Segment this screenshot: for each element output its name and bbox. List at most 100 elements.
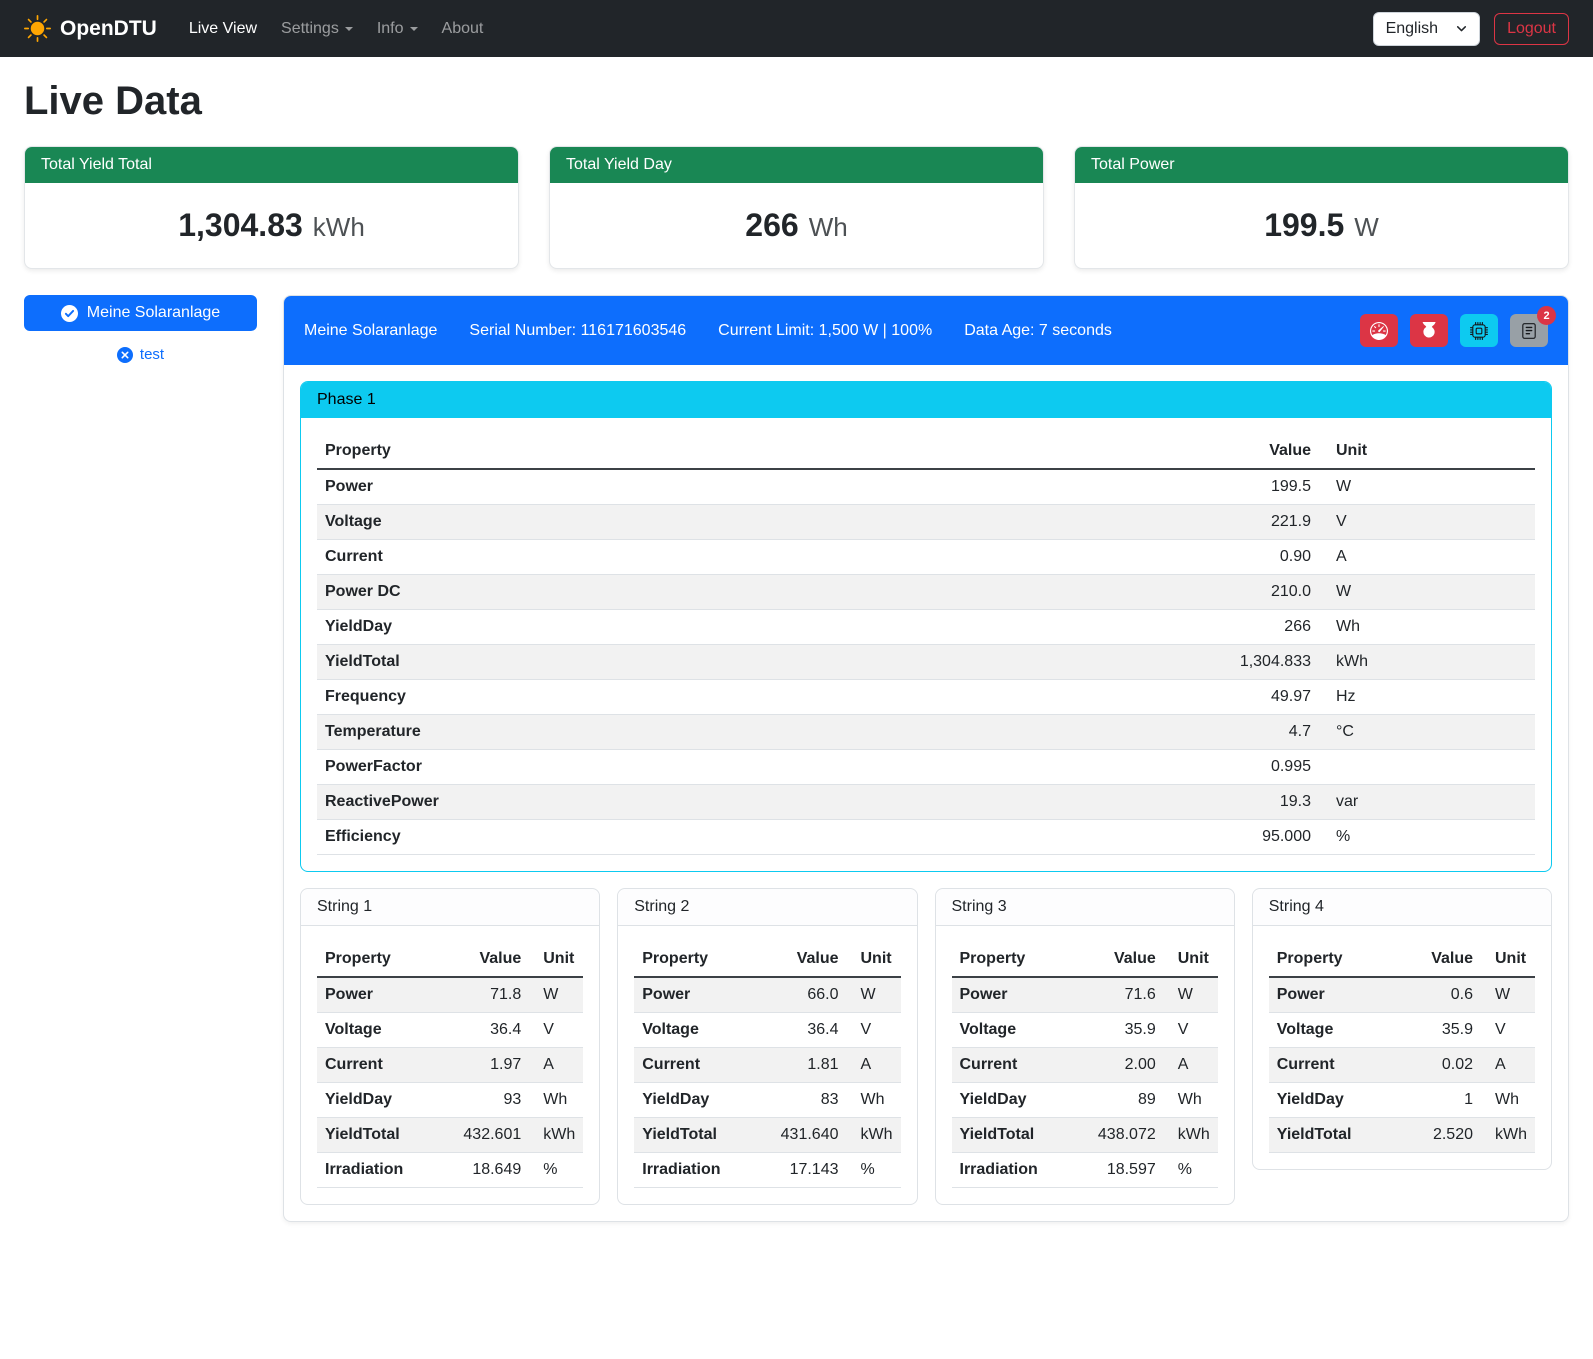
- phase-1-body: Property Value Unit Power: [301, 418, 1551, 855]
- gauge-icon: [1370, 322, 1388, 340]
- table-row: Power 71.8 W: [317, 977, 583, 1013]
- property-cell: Voltage: [317, 1013, 455, 1048]
- device-info-button[interactable]: [1460, 314, 1498, 347]
- language-selected-value: English: [1386, 20, 1438, 38]
- col-unit: Unit: [1481, 942, 1535, 977]
- table-row: YieldTotal 432.601 kWh: [317, 1118, 583, 1153]
- table-row: Power 66.0 W: [634, 977, 900, 1013]
- unit-cell: W: [1481, 977, 1535, 1013]
- language-select[interactable]: English: [1373, 12, 1480, 46]
- strings-row: String 1 Property Value Unit: [300, 888, 1552, 1205]
- unit-cell: kWh: [1164, 1118, 1218, 1153]
- nav-about[interactable]: About: [432, 12, 494, 46]
- summary-card-body: 266 Wh: [550, 183, 1043, 268]
- main-row: Meine Solaranlage test Meine Solaranlage…: [24, 295, 1569, 1222]
- property-cell: Voltage: [317, 505, 1189, 540]
- value-cell: 71.6: [1090, 977, 1164, 1013]
- table-row: Temperature 4.7 °C: [317, 715, 1535, 750]
- table-row: YieldDay 266 Wh: [317, 610, 1535, 645]
- col-property: Property: [317, 434, 1189, 469]
- unit-cell: A: [1164, 1048, 1218, 1083]
- property-cell: Voltage: [634, 1013, 772, 1048]
- table-row: Voltage 35.9 V: [952, 1013, 1218, 1048]
- string-1-card: String 1 Property Value Unit: [300, 888, 600, 1205]
- brand-label: OpenDTU: [60, 17, 157, 41]
- value-cell: 1.81: [773, 1048, 847, 1083]
- summary-unit: Wh: [809, 212, 848, 243]
- unit-cell: %: [1319, 820, 1535, 855]
- inverter-item-test[interactable]: test: [24, 346, 257, 363]
- unit-cell: W: [1319, 575, 1535, 610]
- value-cell: 36.4: [455, 1013, 529, 1048]
- phase-table: Property Value Unit Power: [317, 434, 1535, 855]
- table-row: Voltage 35.9 V: [1269, 1013, 1535, 1048]
- unit-cell: A: [1481, 1048, 1535, 1083]
- power-icon: [1420, 322, 1438, 340]
- table-row: Current 2.00 A: [952, 1048, 1218, 1083]
- value-cell: 71.8: [455, 977, 529, 1013]
- event-count-badge: 2: [1537, 306, 1556, 325]
- property-cell: ReactivePower: [317, 785, 1189, 820]
- value-cell: 221.9: [1189, 505, 1319, 540]
- property-cell: Frequency: [317, 680, 1189, 715]
- string-4-table: Property Value Unit Power: [1269, 942, 1535, 1153]
- inverter-data-age: Data Age: 7 seconds: [964, 322, 1112, 340]
- summary-card: Total Yield Day 266 Wh: [549, 146, 1044, 269]
- logout-button[interactable]: Logout: [1494, 13, 1569, 45]
- value-cell: 83: [773, 1083, 847, 1118]
- table-row: Irradiation 18.597 %: [952, 1153, 1218, 1188]
- nav-info-label: Info: [377, 20, 404, 37]
- power-button[interactable]: [1410, 314, 1448, 347]
- value-cell: 35.9: [1415, 1013, 1481, 1048]
- unit-cell: kWh: [847, 1118, 901, 1153]
- table-row: Voltage 36.4 V: [634, 1013, 900, 1048]
- value-cell: 4.7: [1189, 715, 1319, 750]
- table-row: Current 0.02 A: [1269, 1048, 1535, 1083]
- nav-live-view[interactable]: Live View: [179, 12, 267, 46]
- property-cell: Efficiency: [317, 820, 1189, 855]
- summary-card: Total Yield Total 1,304.83 kWh: [24, 146, 519, 269]
- unit-cell: V: [847, 1013, 901, 1048]
- inverter-item-test-label: test: [140, 346, 164, 363]
- string-3-table: Property Value Unit Power: [952, 942, 1218, 1188]
- value-cell: 95.000: [1189, 820, 1319, 855]
- limit-settings-button[interactable]: [1360, 314, 1398, 347]
- property-cell: Power: [634, 977, 772, 1013]
- value-cell: 89: [1090, 1083, 1164, 1118]
- unit-cell: W: [847, 977, 901, 1013]
- inverter-actions: 2: [1360, 314, 1548, 347]
- property-cell: Current: [634, 1048, 772, 1083]
- brand[interactable]: OpenDTU: [24, 15, 157, 42]
- table-row: YieldDay 1 Wh: [1269, 1083, 1535, 1118]
- property-cell: YieldDay: [317, 1083, 455, 1118]
- nav-info[interactable]: Info: [367, 12, 428, 46]
- table-row: YieldDay 89 Wh: [952, 1083, 1218, 1118]
- value-cell: 1,304.833: [1189, 645, 1319, 680]
- event-log-button[interactable]: 2: [1510, 314, 1548, 347]
- chevron-down-icon: [345, 27, 353, 31]
- unit-cell: A: [529, 1048, 583, 1083]
- unit-cell: %: [847, 1153, 901, 1188]
- inverter-serial: Serial Number: 116171603546: [469, 322, 686, 340]
- x-circle-icon[interactable]: [117, 347, 133, 363]
- inverter-select-button[interactable]: Meine Solaranlage: [24, 295, 257, 331]
- col-unit: Unit: [1164, 942, 1218, 977]
- unit-cell: %: [1164, 1153, 1218, 1188]
- value-cell: 2.00: [1090, 1048, 1164, 1083]
- value-cell: 0.995: [1189, 750, 1319, 785]
- string-2-table: Property Value Unit Power: [634, 942, 900, 1188]
- nav-settings[interactable]: Settings: [271, 12, 363, 46]
- unit-cell: Hz: [1319, 680, 1535, 715]
- table-row: Power 199.5 W: [317, 469, 1535, 505]
- sun-icon: [24, 15, 51, 42]
- page-content: Live Data Total Yield Total 1,304.83 kWh…: [0, 57, 1593, 1250]
- value-cell: 66.0: [773, 977, 847, 1013]
- summary-value: 1,304.83: [178, 207, 303, 244]
- navbar-right: English Logout: [1373, 12, 1569, 46]
- property-cell: Current: [317, 1048, 455, 1083]
- unit-cell: V: [1164, 1013, 1218, 1048]
- value-cell: 199.5: [1189, 469, 1319, 505]
- table-row: YieldDay 93 Wh: [317, 1083, 583, 1118]
- unit-cell: var: [1319, 785, 1535, 820]
- summary-card-title: Total Power: [1075, 147, 1568, 183]
